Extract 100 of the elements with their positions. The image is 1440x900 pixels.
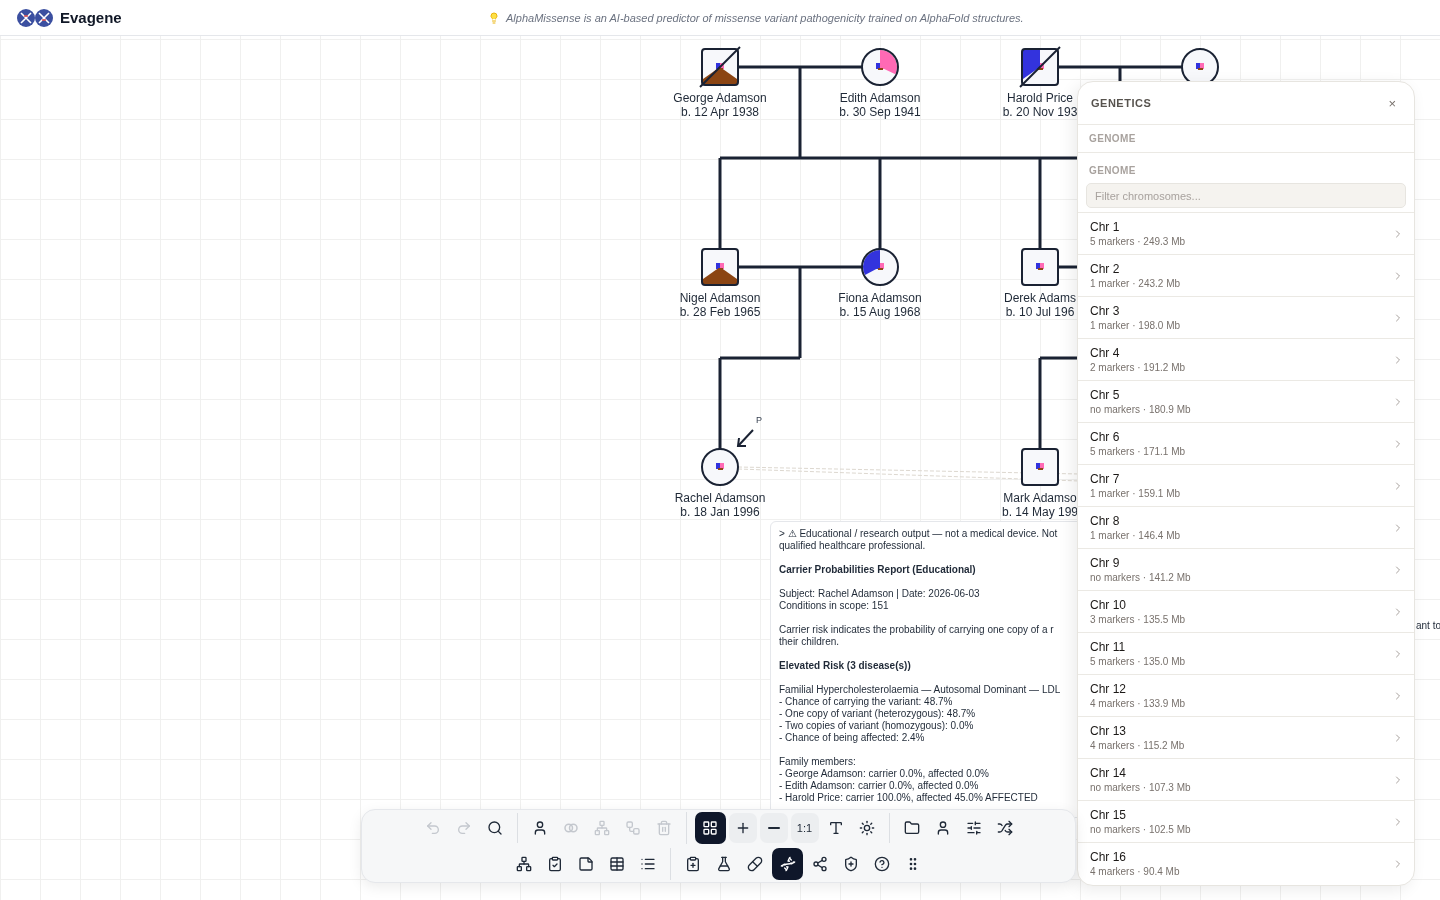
- list-icon: [640, 856, 656, 872]
- person-name: George Adamson: [673, 91, 767, 105]
- person-name: Rachel Adamson: [674, 491, 766, 505]
- grid-icon: [702, 820, 718, 836]
- font-icon: [827, 820, 844, 836]
- chromosome-detail: no markers · 141.2 Mb: [1090, 572, 1191, 583]
- chromosome-name: Chr 14: [1090, 766, 1128, 780]
- search-icon: [486, 820, 503, 836]
- shield-icon: [843, 856, 859, 872]
- chromosome-item[interactable]: Chr 15 no markers · 102.5 Mb: [1078, 800, 1414, 842]
- chromosome-item[interactable]: Chr 13 4 markers · 115.2 Mb: [1078, 716, 1414, 758]
- chromosome-detail: 1 marker · 198.0 Mb: [1090, 320, 1181, 331]
- chromosome-detail: 1 marker · 159.1 Mb: [1090, 488, 1181, 499]
- close-button[interactable]: ×: [1384, 95, 1400, 111]
- sun-icon: [858, 820, 875, 836]
- toolbar-button[interactable]: [772, 848, 803, 880]
- female-symbol[interactable]: [861, 248, 899, 286]
- note-icon: [578, 856, 594, 872]
- chromosome-item[interactable]: Chr 8 1 marker · 146.4 Mb: [1078, 506, 1414, 548]
- male-symbol[interactable]: [1019, 46, 1061, 88]
- proband-label: P: [756, 415, 762, 425]
- chromosome-detail: 5 markers · 135.0 Mb: [1090, 656, 1186, 667]
- chromosome-item[interactable]: Chr 2 1 marker · 243.2 Mb: [1078, 254, 1414, 296]
- male-symbol[interactable]: [1021, 448, 1059, 486]
- chromosome-detail: no markers · 107.3 Mb: [1090, 782, 1191, 793]
- report-heading: Elevated Risk (3 disease(s)): [779, 660, 912, 672]
- chromosome-detail: no markers · 180.9 Mb: [1090, 404, 1191, 415]
- male-symbol[interactable]: [699, 46, 741, 88]
- filter-field[interactable]: Filter chromosomes...: [1086, 183, 1406, 208]
- birth-date: b. 18 Jan 1996: [679, 505, 761, 519]
- toolbar-button[interactable]: [728, 813, 757, 843]
- chromosome-name: Chr 8: [1090, 514, 1121, 528]
- redo-icon: [455, 820, 472, 836]
- report-line: - Harold Price: carrier 100.0%, affected 45.0% AFFECTED: [779, 792, 1039, 804]
- male-symbol[interactable]: [701, 248, 739, 286]
- chromosome-item[interactable]: Chr 7 1 marker · 159.1 Mb: [1078, 464, 1414, 506]
- chromosome-item[interactable]: Chr 9 no markers · 141.2 Mb: [1078, 548, 1414, 590]
- chromosome-detail: no markers · 102.5 Mb: [1090, 824, 1191, 835]
- birth-date: b. 14 May 199: [1001, 505, 1079, 519]
- report-line: > ⚠ Educational / research output — not a medical device. Not: [779, 528, 1059, 540]
- chromosome-name: Chr 3: [1090, 304, 1121, 318]
- chromosome-name: Chr 7: [1090, 472, 1121, 486]
- person-name: Mark Adamso: [1002, 491, 1078, 505]
- chromosome-item[interactable]: Chr 1 5 markers · 249.3 Mb: [1078, 212, 1414, 254]
- report-line: Family members:: [779, 756, 857, 768]
- chromosome-name: Chr 9: [1090, 556, 1121, 570]
- chromosome-name: Chr 15: [1090, 808, 1128, 822]
- chromosome-detail: 4 markers · 115.2 Mb: [1090, 740, 1185, 751]
- birth-date: b. 28 Feb 1965: [679, 305, 761, 319]
- birth-date: b. 15 Aug 1968: [838, 305, 922, 319]
- chromosome-item[interactable]: Chr 16 4 markers · 90.4 Mb: [1078, 842, 1414, 884]
- toolbar-button[interactable]: [694, 812, 726, 844]
- toolbar-button[interactable]: [759, 813, 788, 843]
- person-name: Harold Price: [1006, 91, 1074, 105]
- chromosome-item[interactable]: Chr 3 1 marker · 198.0 Mb: [1078, 296, 1414, 338]
- chromosome-name: Chr 12: [1090, 682, 1128, 696]
- hierarchy-icon: [593, 820, 610, 836]
- chromosome-detail: 1 marker · 146.4 Mb: [1090, 530, 1181, 541]
- minus-icon: [767, 827, 780, 829]
- report-line: - Two copies of variant (homozygous): 0.0%: [779, 720, 975, 732]
- chromosome-detail: 3 markers · 135.5 Mb: [1090, 614, 1186, 625]
- birth-date: b. 30 Sep 1941: [839, 105, 921, 119]
- table-icon: [609, 856, 625, 872]
- report-line: - Edith Adamson: carrier 0.0%, affected 0.0%: [779, 780, 980, 792]
- chromosome-item[interactable]: Chr 12 4 markers · 133.9 Mb: [1078, 674, 1414, 716]
- chromosome-item[interactable]: Chr 4 2 markers · 191.2 Mb: [1078, 338, 1414, 380]
- share-icon: [812, 856, 828, 872]
- sliders-icon: [965, 820, 982, 836]
- chromosome-name: Chr 10: [1090, 598, 1128, 612]
- hierarchy-icon: [516, 856, 532, 872]
- chromosome-detail: 2 markers · 191.2 Mb: [1090, 362, 1186, 373]
- chromosome-detail: 4 markers · 90.4 Mb: [1090, 866, 1180, 877]
- female-symbol[interactable]: [861, 48, 899, 86]
- clipboard-icon: [547, 856, 563, 872]
- report-line: Conditions in scope: 151: [779, 600, 890, 612]
- nodes-icon: [624, 820, 641, 836]
- zoom-reset-button[interactable]: 1:1: [790, 813, 819, 843]
- report-line: ant to: [1416, 620, 1440, 631]
- person-name: Derek Adams: [1004, 291, 1076, 305]
- chromosome-detail: 1 marker · 243.2 Mb: [1090, 278, 1181, 289]
- report-line: qualified healthcare professional.: [779, 540, 927, 552]
- chromosome-item[interactable]: Chr 10 3 markers · 135.5 Mb: [1078, 590, 1414, 632]
- chromosome-detail: 5 markers · 171.1 Mb: [1090, 446, 1186, 457]
- folder-icon: [903, 820, 920, 836]
- chromosome-item[interactable]: Chr 5 no markers · 180.9 Mb: [1078, 380, 1414, 422]
- report-line: - George Adamson: carrier 0.0%, affected 0.0%: [779, 768, 990, 780]
- trash-icon: [655, 820, 672, 836]
- male-symbol[interactable]: [1021, 248, 1059, 286]
- report-line: Carrier risk indicates the probability of carrying one copy of a r: [779, 624, 1055, 636]
- report-line: - One copy of variant (heterozygous): 48.7%: [779, 708, 977, 720]
- chromosome-item[interactable]: Chr 11 5 markers · 135.0 Mb: [1078, 632, 1414, 674]
- chromosome-name: Chr 4: [1090, 346, 1121, 360]
- panel-title: GENETICS: [1091, 97, 1152, 109]
- chromosome-name: Chr 5: [1090, 388, 1121, 402]
- clipboard-plus-icon: [685, 856, 701, 872]
- female-symbol[interactable]: [701, 448, 739, 486]
- app-name: Evagene: [60, 9, 122, 26]
- chromosome-item[interactable]: Chr 14 no markers · 107.3 Mb: [1078, 758, 1414, 800]
- lightbulb-icon: [488, 11, 500, 24]
- chromosome-item[interactable]: Chr 6 5 markers · 171.1 Mb: [1078, 422, 1414, 464]
